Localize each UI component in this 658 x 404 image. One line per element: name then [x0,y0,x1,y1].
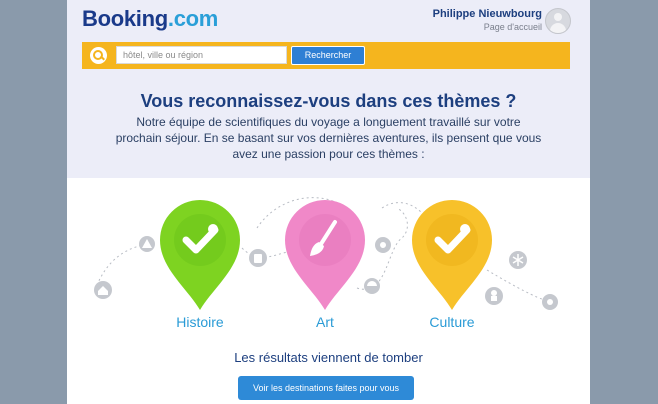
avatar-body [550,23,566,33]
themes-illustration [94,197,558,310]
search-bar: Rechercher [82,42,570,69]
snowflake-icon [509,251,527,269]
gear-icon [375,237,391,253]
user-info: Philippe Nieuwbourg Page d'accueil [433,8,542,32]
avatar[interactable] [545,8,571,34]
search-input[interactable] [116,46,287,64]
page-title: Vous reconnaissez-vous dans ces thèmes ? [140,91,517,111]
header-area: Booking.com Philippe Nieuwbourg Page d'a… [67,0,590,178]
logo-text-suffix: .com [167,6,219,31]
character-icon [485,287,503,305]
theme-label-histoire[interactable]: Histoire [145,314,255,330]
theme-label-culture[interactable]: Culture [397,314,507,330]
theme-label-art[interactable]: Art [270,314,380,330]
bottle-icon [542,294,558,310]
tent-icon [139,236,155,252]
search-icon [90,47,107,64]
umbrella-icon [364,278,380,294]
user-name: Philippe Nieuwbourg [432,8,542,20]
intro-text: Notre équipe de scientifiques du voyage … [115,115,542,161]
results-text: Les résultats viennent de tomber [234,350,423,365]
pin-culture[interactable] [412,200,492,310]
email-panel: Booking.com Philippe Nieuwbourg Page d'a… [67,0,590,404]
booking-logo[interactable]: Booking.com [82,6,218,32]
see-destinations-button[interactable]: Voir les destinations faites pour vous [238,376,414,400]
pin-art[interactable] [285,200,365,310]
homepage-link[interactable]: Page d'accueil [433,22,542,32]
avatar-head [554,13,562,21]
house-icon [94,281,112,299]
search-button[interactable]: Rechercher [291,46,365,65]
luggage-icon [249,249,267,267]
logo-text-main: Booking [82,6,168,31]
pin-histoire[interactable] [160,200,240,310]
dotted-trail-top2 [381,202,423,214]
